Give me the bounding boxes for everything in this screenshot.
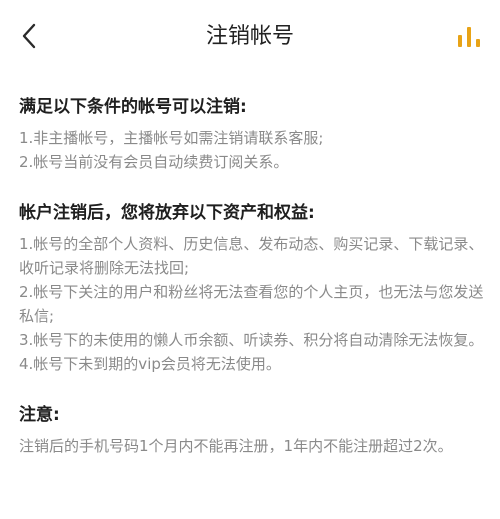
- forfeited-rights-section: 帐户注销后，您将放弃以下资产和权益: 1.帐号的全部个人资料、历史信息、发布动态…: [19, 200, 486, 376]
- page-title: 注销帐号: [205, 24, 294, 49]
- conditions-item: 2.帐号当前没有会员自动续费订阅关系。: [19, 153, 289, 171]
- forfeited-rights-item: 1.帐号的全部个人资料、历史信息、发布动态、购买记录、下载记录、收听记录将删除无…: [19, 235, 484, 277]
- note-body: 注销后的手机号码1个月内不能再注册，1年内不能注册超过2次。: [19, 434, 486, 458]
- forfeited-rights-item: 4.帐号下未到期的vip会员将无法使用。: [19, 355, 281, 373]
- conditions-list: 1.非主播帐号，主播帐号如需注销请联系客服; 2.帐号当前没有会员自动续费订阅关…: [19, 126, 486, 174]
- note-heading: 注意:: [19, 405, 60, 425]
- conditions-section: 满足以下条件的帐号可以注销: 1.非主播帐号，主播帐号如需注销请联系客服; 2.…: [19, 94, 486, 174]
- note-text: 注销后的手机号码1个月内不能再注册，1年内不能注册超过2次。: [19, 437, 453, 455]
- forfeited-rights-heading: 帐户注销后，您将放弃以下资产和权益:: [19, 203, 315, 223]
- content-area: 满足以下条件的帐号可以注销: 1.非主播帐号，主播帐号如需注销请联系客服; 2.…: [19, 94, 486, 458]
- navigation-bar: 注销帐号: [0, 0, 500, 72]
- conditions-item: 1.非主播帐号，主播帐号如需注销请联系客服;: [19, 129, 324, 147]
- note-section: 注意: 注销后的手机号码1个月内不能再注册，1年内不能注册超过2次。: [19, 402, 486, 458]
- forfeited-rights-list: 1.帐号的全部个人资料、历史信息、发布动态、购买记录、下载记录、收听记录将删除无…: [19, 232, 486, 376]
- account-cancellation-screen: 注销帐号 满足以下条件的帐号可以注销: 1.非主播帐号，主播帐号如需注销请联系客…: [0, 0, 500, 519]
- forfeited-rights-item: 2.帐号下关注的用户和粉丝将无法查看您的个人主页，也无法与您发送私信;: [19, 283, 484, 325]
- bar-chart-icon: [458, 27, 480, 47]
- conditions-heading: 满足以下条件的帐号可以注销:: [19, 97, 247, 117]
- stats-button[interactable]: [452, 18, 486, 54]
- forfeited-rights-item: 3.帐号下的未使用的懒人币余额、听读券、积分将自动清除无法恢复。: [19, 331, 484, 349]
